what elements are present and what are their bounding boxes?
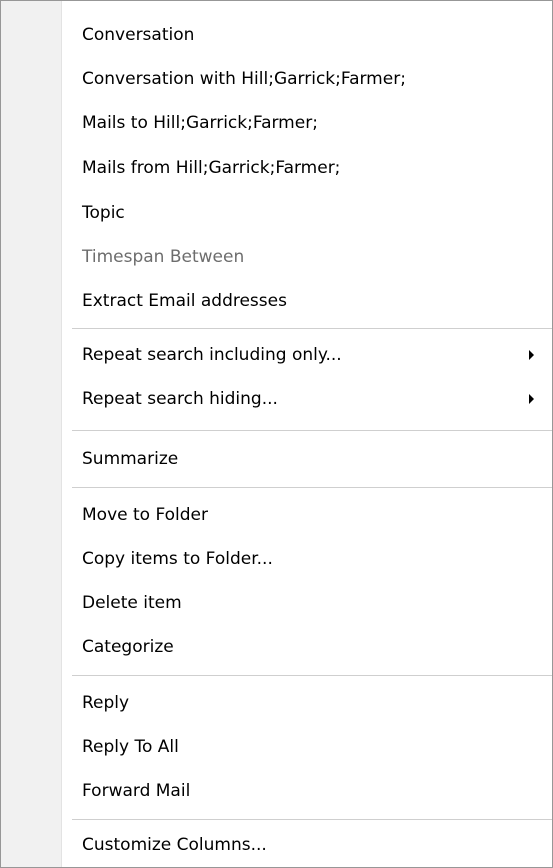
menu-item-label: Topic bbox=[82, 203, 125, 223]
submenu-arrow-icon bbox=[529, 394, 534, 404]
menu-item-move-to-folder[interactable]: Move to Folder bbox=[1, 493, 552, 537]
menu-item-label: Delete item bbox=[82, 593, 182, 613]
menu-item-extract-email[interactable]: Extract Email addresses bbox=[1, 279, 552, 323]
menu-item-label: Forward Mail bbox=[82, 781, 191, 801]
menu-item-copy-items[interactable]: Copy items to Folder... bbox=[1, 537, 552, 581]
menu-item-label: Move to Folder bbox=[82, 505, 208, 525]
menu-separator bbox=[72, 487, 552, 488]
context-menu: Conversation Conversation with Hill;Garr… bbox=[0, 0, 553, 868]
menu-item-delete-item[interactable]: Delete item bbox=[1, 581, 552, 625]
menu-item-conversation[interactable]: Conversation bbox=[1, 13, 552, 57]
submenu-arrow-icon bbox=[529, 350, 534, 360]
menu-item-topic[interactable]: Topic bbox=[1, 191, 552, 235]
menu-item-label: Categorize bbox=[82, 637, 174, 657]
menu-item-repeat-including[interactable]: Repeat search including only... bbox=[1, 333, 552, 377]
menu-item-conversation-with[interactable]: Conversation with Hill;Garrick;Farmer; bbox=[1, 57, 552, 101]
menu-item-mails-to[interactable]: Mails to Hill;Garrick;Farmer; bbox=[1, 101, 552, 145]
menu-item-label: Conversation bbox=[82, 25, 195, 45]
menu-item-summarize[interactable]: Summarize bbox=[1, 437, 552, 481]
menu-item-repeat-hiding[interactable]: Repeat search hiding... bbox=[1, 377, 552, 421]
menu-item-label: Repeat search including only... bbox=[82, 345, 342, 365]
menu-item-forward-mail[interactable]: Forward Mail bbox=[1, 769, 552, 813]
menu-item-label: Timespan Between bbox=[82, 247, 245, 267]
menu-item-label: Mails from Hill;Garrick;Farmer; bbox=[82, 158, 341, 178]
menu-item-categorize[interactable]: Categorize bbox=[1, 625, 552, 669]
menu-item-label: Conversation with Hill;Garrick;Farmer; bbox=[82, 69, 406, 89]
menu-item-mails-from[interactable]: Mails from Hill;Garrick;Farmer; bbox=[1, 146, 552, 190]
menu-item-customize-columns[interactable]: Customize Columns... bbox=[1, 823, 552, 867]
menu-item-reply[interactable]: Reply bbox=[1, 681, 552, 725]
menu-item-label: Reply To All bbox=[82, 737, 179, 757]
menu-item-label: Reply bbox=[82, 693, 130, 713]
menu-item-reply-to-all[interactable]: Reply To All bbox=[1, 725, 552, 769]
menu-separator bbox=[72, 328, 552, 329]
menu-item-label: Repeat search hiding... bbox=[82, 389, 278, 409]
menu-separator bbox=[72, 430, 552, 431]
menu-item-label: Mails to Hill;Garrick;Farmer; bbox=[82, 113, 318, 133]
menu-separator bbox=[72, 819, 552, 820]
menu-item-timespan-between: Timespan Between bbox=[1, 235, 552, 279]
menu-separator bbox=[72, 675, 552, 676]
menu-item-label: Customize Columns... bbox=[82, 835, 267, 855]
menu-item-label: Summarize bbox=[82, 449, 179, 469]
menu-item-label: Copy items to Folder... bbox=[82, 549, 273, 569]
menu-item-label: Extract Email addresses bbox=[82, 291, 287, 311]
